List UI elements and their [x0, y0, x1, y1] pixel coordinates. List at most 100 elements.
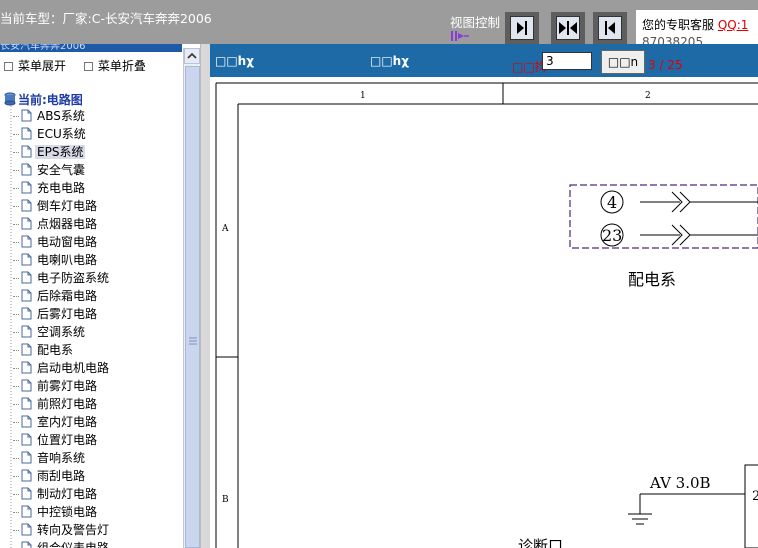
- tree-item-label: 后除霜电路: [37, 289, 98, 303]
- tree-item[interactable]: 组合仪表电路: [13, 539, 111, 548]
- document-icon: [21, 325, 32, 338]
- sidebar-scrollbar[interactable]: [183, 48, 200, 548]
- circuit-diagram: 1 2 A B 4 23 配电系 AV 3.0B 2 诊断口: [210, 77, 758, 548]
- component-box-label: 2: [752, 489, 758, 504]
- current-car-title: 当前车型：厂家:C-长安汽车奔奔2006: [0, 11, 212, 26]
- tree-item-label: 前雾灯电路: [37, 379, 98, 393]
- column-label-1: 1: [360, 91, 366, 101]
- tree-item-label: 启动电机电路: [37, 361, 110, 375]
- go-page-button[interactable]: □□n: [601, 50, 645, 74]
- tree-item[interactable]: 前照灯电路: [13, 395, 99, 413]
- tree-item-label: ECU系统: [37, 127, 86, 141]
- tree-connector: [13, 512, 19, 513]
- tree-connector: [13, 260, 19, 261]
- row-label-a: A: [221, 224, 229, 234]
- tree-item[interactable]: 充电电路: [13, 179, 87, 197]
- scroll-up-button[interactable]: [184, 48, 200, 64]
- column-label-2: 2: [645, 91, 651, 101]
- split-view-icon: [556, 16, 580, 40]
- document-icon: [21, 523, 32, 536]
- tree-item[interactable]: 电喇叭电路: [13, 251, 99, 269]
- tree-item[interactable]: ECU系统: [13, 125, 88, 143]
- voltage-label: AV 3.0B: [649, 474, 711, 492]
- tree-item[interactable]: 点烟器电路: [13, 215, 99, 233]
- database-icon: [4, 92, 16, 106]
- menu-expand-button[interactable]: 菜单展开: [4, 57, 66, 74]
- tree-item-label: 雨刮电路: [37, 469, 86, 483]
- tree-item[interactable]: 雨刮电路: [13, 467, 87, 485]
- tree-item[interactable]: 启动电机电路: [13, 359, 111, 377]
- menu-collapse-label: 菜单折叠: [97, 59, 146, 73]
- tree-item-label: 中控锁电路: [37, 505, 98, 519]
- view-left-button[interactable]: [505, 12, 539, 44]
- sidebar-top-strip: 长安汽车奔奔2006: [0, 44, 182, 52]
- document-icon: [21, 181, 32, 194]
- tree-connector: [13, 170, 19, 171]
- document-icon: [21, 289, 32, 302]
- sidebar: 长安汽车奔奔2006 菜单展开 菜单折叠 当前:电路图 ABS系统 ECU系统 EP…: [0, 44, 200, 548]
- tree-item[interactable]: 空调系统: [13, 323, 87, 341]
- tree-item[interactable]: 位置灯电路: [13, 431, 99, 449]
- view-indicator-icon: [451, 31, 469, 41]
- tree-item[interactable]: 电子防盗系统: [13, 269, 111, 287]
- tree-connector: [13, 530, 19, 531]
- view-control-label: 视图控制: [450, 15, 501, 30]
- tree-item[interactable]: 电动窗电路: [13, 233, 99, 251]
- tree-connector: [13, 476, 19, 477]
- tree-item-label: 配电系: [37, 343, 74, 357]
- tree-item[interactable]: 制动灯电路: [13, 485, 99, 503]
- document-icon: [21, 127, 32, 140]
- tree-item[interactable]: 中控锁电路: [13, 503, 99, 521]
- tree-connector: [13, 422, 19, 423]
- tree-item-label: 空调系统: [37, 325, 86, 339]
- service-qq-link[interactable]: QQ:1: [718, 18, 749, 32]
- chevron-up-icon: [187, 52, 197, 59]
- view-right-button[interactable]: [593, 12, 627, 44]
- tree-item-label: EPS系统: [35, 145, 86, 159]
- tree-connector: [13, 134, 19, 135]
- tree-item[interactable]: 音响系统: [13, 449, 87, 467]
- tree-item[interactable]: 安全气囊: [13, 161, 87, 179]
- toolbar-button-2[interactable]: □□hχ: [370, 54, 409, 68]
- main-area: □□hχ □□hχ □□抣 □□n 3 / 25 1 2 A B 4 23 配电…: [210, 44, 758, 548]
- document-icon: [21, 307, 32, 320]
- document-icon: [21, 397, 32, 410]
- page-number-input[interactable]: [542, 52, 592, 70]
- tree-item[interactable]: 后除霜电路: [13, 287, 99, 305]
- tree-item-label: 倒车灯电路: [37, 199, 98, 213]
- connector-number-4: 4: [607, 193, 617, 212]
- tree-item[interactable]: 配电系: [13, 341, 75, 359]
- document-icon: [21, 451, 32, 464]
- tree-item-label: 位置灯电路: [37, 433, 98, 447]
- customer-service-panel: 您的专职客服 QQ:1 87038205: [636, 10, 758, 49]
- menu-expand-label: 菜单展开: [18, 59, 67, 73]
- tree-item[interactable]: 倒车灯电路: [13, 197, 99, 215]
- tree-connector: [13, 386, 19, 387]
- tree-connector: [13, 206, 19, 207]
- document-icon: [21, 217, 32, 230]
- menu-toggle-row: 菜单展开 菜单折叠: [4, 57, 146, 74]
- document-icon: [21, 487, 32, 500]
- tree-root-label: 当前:电路图: [18, 93, 83, 107]
- expand-right-icon: [598, 16, 622, 40]
- connector-box: [569, 184, 758, 249]
- document-icon: [21, 145, 32, 158]
- tree-item[interactable]: 室内灯电路: [13, 413, 99, 431]
- toolbar-button-1[interactable]: □□hχ: [215, 54, 254, 68]
- tree-connector: [13, 188, 19, 189]
- tree-connector: [13, 494, 19, 495]
- menu-collapse-button[interactable]: 菜单折叠: [83, 57, 146, 74]
- document-icon: [21, 253, 32, 266]
- tree-item[interactable]: 前雾灯电路: [13, 377, 99, 395]
- tree-item[interactable]: ABS系统: [13, 107, 87, 125]
- collapse-icon: [83, 62, 93, 71]
- document-icon: [21, 433, 32, 446]
- expand-icon: [4, 62, 13, 71]
- document-icon: [21, 415, 32, 428]
- scroll-thumb[interactable]: [185, 66, 200, 548]
- tree-item[interactable]: 后雾灯电路: [13, 305, 99, 323]
- view-split-button[interactable]: [551, 12, 585, 44]
- tree-item[interactable]: EPS系统: [13, 143, 86, 161]
- tree-connector: [13, 440, 19, 441]
- tree-item[interactable]: 转向及警告灯: [13, 521, 111, 539]
